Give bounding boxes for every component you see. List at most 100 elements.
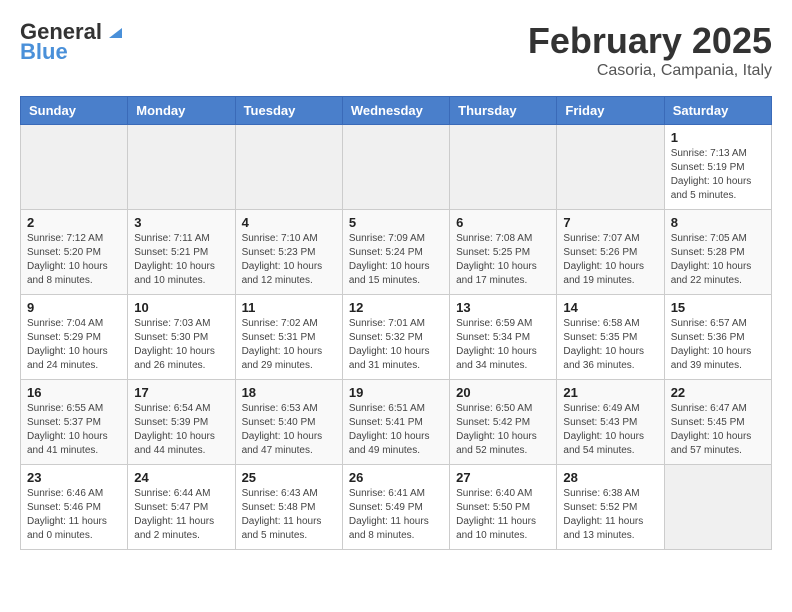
day-number: 25 <box>242 470 336 485</box>
day-info: Sunrise: 6:54 AM Sunset: 5:39 PM Dayligh… <box>134 402 228 458</box>
day-number: 28 <box>563 470 657 485</box>
logo-blue: Blue <box>20 40 68 64</box>
day-number: 19 <box>349 385 443 400</box>
day-number: 12 <box>349 300 443 315</box>
calendar-cell: 22 Sunrise: 6:47 AM Sunset: 5:45 PM Dayli… <box>664 380 771 465</box>
day-number: 8 <box>671 215 765 230</box>
calendar-week-row: 23 Sunrise: 6:46 AM Sunset: 5:46 PM Dayli… <box>21 465 772 550</box>
day-info: Sunrise: 6:55 AM Sunset: 5:37 PM Dayligh… <box>27 402 121 458</box>
calendar-cell: 2 Sunrise: 7:12 AM Sunset: 5:20 PM Daylig… <box>21 210 128 295</box>
calendar-cell: 24 Sunrise: 6:44 AM Sunset: 5:47 PM Dayli… <box>128 465 235 550</box>
calendar-cell <box>664 465 771 550</box>
day-number: 6 <box>456 215 550 230</box>
logo: General Blue <box>20 20 124 64</box>
weekday-header: Saturday <box>664 97 771 125</box>
day-info: Sunrise: 7:04 AM Sunset: 5:29 PM Dayligh… <box>27 317 121 373</box>
calendar-cell <box>342 125 449 210</box>
calendar-cell: 19 Sunrise: 6:51 AM Sunset: 5:41 PM Dayli… <box>342 380 449 465</box>
calendar-cell <box>450 125 557 210</box>
day-number: 17 <box>134 385 228 400</box>
calendar-cell: 28Sunrise: 6:38 AM Sunset: 5:52 PM Dayli… <box>557 465 664 550</box>
day-info: Sunrise: 6:43 AM Sunset: 5:48 PM Dayligh… <box>242 487 336 543</box>
day-number: 13 <box>456 300 550 315</box>
day-info: Sunrise: 6:50 AM Sunset: 5:42 PM Dayligh… <box>456 402 550 458</box>
calendar-cell <box>235 125 342 210</box>
day-number: 1 <box>671 130 765 145</box>
day-info: Sunrise: 7:12 AM Sunset: 5:20 PM Dayligh… <box>27 232 121 288</box>
day-info: Sunrise: 6:59 AM Sunset: 5:34 PM Dayligh… <box>456 317 550 373</box>
calendar-cell: 10Sunrise: 7:03 AM Sunset: 5:30 PM Dayli… <box>128 295 235 380</box>
day-info: Sunrise: 6:57 AM Sunset: 5:36 PM Dayligh… <box>671 317 765 373</box>
day-number: 14 <box>563 300 657 315</box>
calendar-week-row: 9 Sunrise: 7:04 AM Sunset: 5:29 PM Daylig… <box>21 295 772 380</box>
calendar-cell: 21 Sunrise: 6:49 AM Sunset: 5:43 PM Dayli… <box>557 380 664 465</box>
calendar-cell: 27 Sunrise: 6:40 AM Sunset: 5:50 PM Dayli… <box>450 465 557 550</box>
day-number: 23 <box>27 470 121 485</box>
day-number: 26 <box>349 470 443 485</box>
weekday-header: Thursday <box>450 97 557 125</box>
weekday-header: Tuesday <box>235 97 342 125</box>
calendar-week-row: 16 Sunrise: 6:55 AM Sunset: 5:37 PM Dayli… <box>21 380 772 465</box>
calendar-cell: 23 Sunrise: 6:46 AM Sunset: 5:46 PM Dayli… <box>21 465 128 550</box>
calendar-cell: 14 Sunrise: 6:58 AM Sunset: 5:35 PM Dayli… <box>557 295 664 380</box>
day-info: Sunrise: 6:58 AM Sunset: 5:35 PM Dayligh… <box>563 317 657 373</box>
calendar-cell: 11Sunrise: 7:02 AM Sunset: 5:31 PM Dayli… <box>235 295 342 380</box>
calendar-cell <box>128 125 235 210</box>
location-subtitle: Casoria, Campania, Italy <box>528 62 772 80</box>
calendar-cell: 17 Sunrise: 6:54 AM Sunset: 5:39 PM Dayli… <box>128 380 235 465</box>
calendar-cell: 13 Sunrise: 6:59 AM Sunset: 5:34 PM Dayli… <box>450 295 557 380</box>
calendar-cell <box>557 125 664 210</box>
calendar-cell: 16 Sunrise: 6:55 AM Sunset: 5:37 PM Dayli… <box>21 380 128 465</box>
day-info: Sunrise: 7:02 AM Sunset: 5:31 PM Dayligh… <box>242 317 336 373</box>
calendar-cell: 3 Sunrise: 7:11 AM Sunset: 5:21 PM Daylig… <box>128 210 235 295</box>
day-info: Sunrise: 6:44 AM Sunset: 5:47 PM Dayligh… <box>134 487 228 543</box>
day-number: 21 <box>563 385 657 400</box>
calendar-week-row: 1 Sunrise: 7:13 AM Sunset: 5:19 PM Daylig… <box>21 125 772 210</box>
day-number: 27 <box>456 470 550 485</box>
day-number: 22 <box>671 385 765 400</box>
day-number: 7 <box>563 215 657 230</box>
day-number: 16 <box>27 385 121 400</box>
calendar-cell: 7 Sunrise: 7:07 AM Sunset: 5:26 PM Daylig… <box>557 210 664 295</box>
calendar-table: SundayMondayTuesdayWednesdayThursdayFrid… <box>20 96 772 550</box>
day-info: Sunrise: 7:01 AM Sunset: 5:32 PM Dayligh… <box>349 317 443 373</box>
day-number: 2 <box>27 215 121 230</box>
calendar-cell: 8 Sunrise: 7:05 AM Sunset: 5:28 PM Daylig… <box>664 210 771 295</box>
title-area: February 2025 Casoria, Campania, Italy <box>528 20 772 80</box>
calendar-cell: 9 Sunrise: 7:04 AM Sunset: 5:29 PM Daylig… <box>21 295 128 380</box>
day-info: Sunrise: 7:05 AM Sunset: 5:28 PM Dayligh… <box>671 232 765 288</box>
day-number: 24 <box>134 470 228 485</box>
day-info: Sunrise: 7:03 AM Sunset: 5:30 PM Dayligh… <box>134 317 228 373</box>
day-info: Sunrise: 7:09 AM Sunset: 5:24 PM Dayligh… <box>349 232 443 288</box>
day-info: Sunrise: 7:07 AM Sunset: 5:26 PM Dayligh… <box>563 232 657 288</box>
day-info: Sunrise: 6:53 AM Sunset: 5:40 PM Dayligh… <box>242 402 336 458</box>
day-info: Sunrise: 6:41 AM Sunset: 5:49 PM Dayligh… <box>349 487 443 543</box>
calendar-cell: 25 Sunrise: 6:43 AM Sunset: 5:48 PM Dayli… <box>235 465 342 550</box>
calendar-cell: 15Sunrise: 6:57 AM Sunset: 5:36 PM Dayli… <box>664 295 771 380</box>
day-info: Sunrise: 6:49 AM Sunset: 5:43 PM Dayligh… <box>563 402 657 458</box>
page-header: General Blue February 2025 Casoria, Camp… <box>20 20 772 80</box>
day-number: 5 <box>349 215 443 230</box>
calendar-cell: 26 Sunrise: 6:41 AM Sunset: 5:49 PM Dayli… <box>342 465 449 550</box>
month-title: February 2025 <box>528 20 772 62</box>
day-info: Sunrise: 7:08 AM Sunset: 5:25 PM Dayligh… <box>456 232 550 288</box>
day-info: Sunrise: 6:47 AM Sunset: 5:45 PM Dayligh… <box>671 402 765 458</box>
day-info: Sunrise: 7:13 AM Sunset: 5:19 PM Dayligh… <box>671 147 765 203</box>
weekday-header-row: SundayMondayTuesdayWednesdayThursdayFrid… <box>21 97 772 125</box>
calendar-week-row: 2 Sunrise: 7:12 AM Sunset: 5:20 PM Daylig… <box>21 210 772 295</box>
calendar-cell: 18 Sunrise: 6:53 AM Sunset: 5:40 PM Dayli… <box>235 380 342 465</box>
day-number: 18 <box>242 385 336 400</box>
day-info: Sunrise: 7:11 AM Sunset: 5:21 PM Dayligh… <box>134 232 228 288</box>
weekday-header: Wednesday <box>342 97 449 125</box>
day-info: Sunrise: 7:10 AM Sunset: 5:23 PM Dayligh… <box>242 232 336 288</box>
calendar-cell: 5 Sunrise: 7:09 AM Sunset: 5:24 PM Daylig… <box>342 210 449 295</box>
calendar-cell <box>21 125 128 210</box>
weekday-header: Monday <box>128 97 235 125</box>
day-info: Sunrise: 6:51 AM Sunset: 5:41 PM Dayligh… <box>349 402 443 458</box>
day-info: Sunrise: 6:46 AM Sunset: 5:46 PM Dayligh… <box>27 487 121 543</box>
calendar-cell: 12 Sunrise: 7:01 AM Sunset: 5:32 PM Dayli… <box>342 295 449 380</box>
day-info: Sunrise: 6:40 AM Sunset: 5:50 PM Dayligh… <box>456 487 550 543</box>
day-number: 20 <box>456 385 550 400</box>
day-number: 9 <box>27 300 121 315</box>
day-number: 3 <box>134 215 228 230</box>
